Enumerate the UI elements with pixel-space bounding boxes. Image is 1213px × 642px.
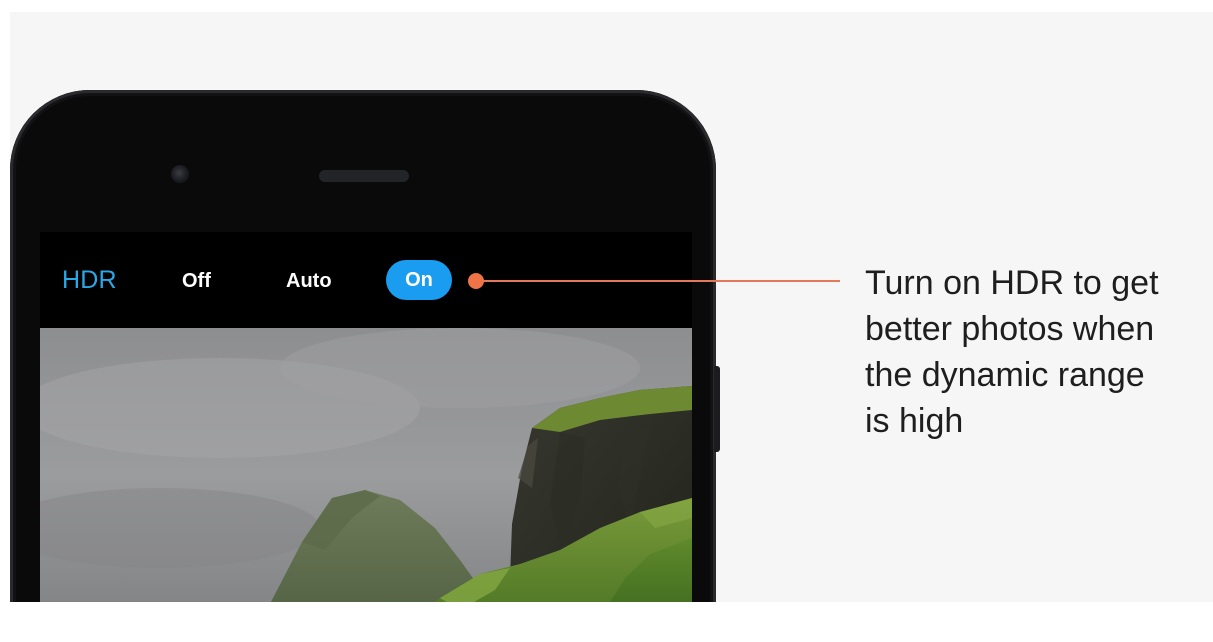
phone-side-button <box>714 366 720 452</box>
hdr-off-option[interactable]: Off <box>182 270 211 293</box>
callout-connector-line <box>474 280 840 282</box>
hdr-callout-caption: Turn on HDR to get better photos when th… <box>865 260 1205 444</box>
phone-device: HDR Off Auto On <box>10 90 716 602</box>
callout-pointer-dot <box>468 273 484 289</box>
hdr-label: HDR <box>62 266 117 294</box>
hdr-on-option-selected[interactable]: On <box>386 260 452 300</box>
caption-line-2: better photos when <box>865 310 1155 348</box>
earpiece-speaker-icon <box>319 170 409 182</box>
camera-viewfinder <box>40 328 692 602</box>
caption-line-1: Turn on HDR to get <box>865 264 1159 302</box>
caption-line-4: is high <box>865 402 964 440</box>
caption-line-3: the dynamic range <box>865 356 1145 394</box>
camera-screen: HDR Off Auto On <box>40 232 692 602</box>
illustration-canvas: HDR Off Auto On Turn on HDR to get bette… <box>10 12 1213 602</box>
landscape-preview-image <box>40 328 692 602</box>
hdr-auto-option[interactable]: Auto <box>286 270 332 293</box>
front-camera-icon <box>171 165 189 183</box>
